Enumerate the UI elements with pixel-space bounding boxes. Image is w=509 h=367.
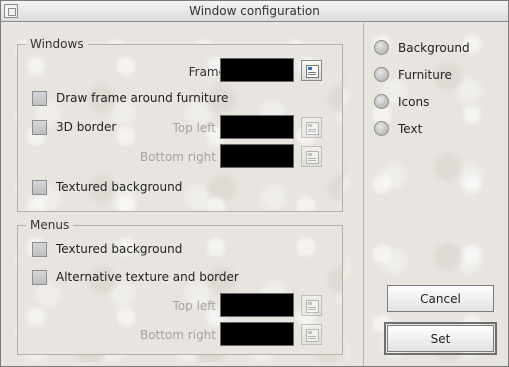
- draw-frame-label: Draw frame around furniture: [56, 91, 229, 105]
- options-pane: Background Furniture Icons Text Cancel S…: [363, 23, 508, 366]
- menus-group-label: Menus: [26, 218, 74, 232]
- option-furniture[interactable]: Furniture: [374, 65, 494, 85]
- 3d-border-checkbox[interactable]: [32, 120, 47, 135]
- 3d-border-row[interactable]: 3D border: [32, 118, 152, 138]
- palette-icon: [306, 329, 319, 342]
- palette-icon: [306, 65, 319, 78]
- icons-radio-label: Icons: [398, 95, 430, 109]
- title-bar[interactable]: Window configuration: [1, 1, 508, 22]
- palette-icon: [306, 122, 319, 135]
- furniture-radio-label: Furniture: [398, 68, 452, 82]
- draw-frame-row[interactable]: Draw frame around furniture: [32, 89, 292, 109]
- top-left-color-field[interactable]: [220, 115, 294, 139]
- alternative-texture-checkbox[interactable]: [32, 270, 47, 285]
- background-radio[interactable]: [374, 40, 389, 55]
- icons-radio[interactable]: [374, 94, 389, 109]
- windows-textured-background-label: Textured background: [56, 180, 183, 194]
- text-radio[interactable]: [374, 121, 389, 136]
- menus-textured-background-row[interactable]: Textured background: [32, 240, 232, 260]
- menus-group: Menus Textured background Alternative te…: [17, 218, 343, 355]
- menus-top-left-color-field[interactable]: [220, 293, 294, 317]
- window-title: Window configuration: [189, 4, 320, 18]
- settings-pane: Windows Frame Draw frame around furnitur…: [7, 28, 355, 362]
- windows-group-label: Windows: [26, 37, 88, 51]
- background-radio-label: Background: [398, 41, 470, 55]
- frame-color-picker-button[interactable]: [301, 60, 322, 81]
- top-left-color-picker-button[interactable]: [301, 117, 322, 138]
- menus-top-left-color-picker-button[interactable]: [301, 295, 322, 316]
- menus-textured-background-label: Textured background: [56, 242, 183, 256]
- option-text[interactable]: Text: [374, 119, 494, 139]
- menus-bottom-right-label: Bottom right: [139, 328, 216, 342]
- set-button[interactable]: Set: [384, 322, 497, 355]
- furniture-radio[interactable]: [374, 67, 389, 82]
- bottom-right-label: Bottom right: [139, 150, 216, 164]
- option-icons[interactable]: Icons: [374, 92, 494, 112]
- draw-frame-checkbox[interactable]: [32, 91, 47, 106]
- frame-color-field[interactable]: [220, 58, 294, 82]
- menus-bottom-right-color-field[interactable]: [220, 322, 294, 346]
- menus-top-left-label: Top left: [172, 299, 217, 313]
- windows-textured-background-checkbox[interactable]: [32, 180, 47, 195]
- bottom-right-color-picker-button[interactable]: [301, 146, 322, 167]
- cancel-button[interactable]: Cancel: [387, 285, 494, 312]
- bottom-right-color-field[interactable]: [220, 144, 294, 168]
- windows-textured-background-row[interactable]: Textured background: [32, 178, 232, 198]
- window-configuration-dialog: Window configuration Windows Frame Draw …: [0, 0, 509, 367]
- alternative-texture-row[interactable]: Alternative texture and border: [32, 268, 292, 288]
- windows-group: Windows Frame Draw frame around furnitur…: [17, 37, 343, 212]
- menus-textured-background-checkbox[interactable]: [32, 242, 47, 257]
- alternative-texture-label: Alternative texture and border: [56, 270, 239, 284]
- palette-icon: [306, 300, 319, 313]
- option-background[interactable]: Background: [374, 38, 494, 58]
- text-radio-label: Text: [398, 122, 423, 136]
- 3d-border-label: 3D border: [56, 120, 117, 134]
- top-left-label: Top left: [172, 121, 217, 135]
- palette-icon: [306, 151, 319, 164]
- menus-bottom-right-color-picker-button[interactable]: [301, 324, 322, 345]
